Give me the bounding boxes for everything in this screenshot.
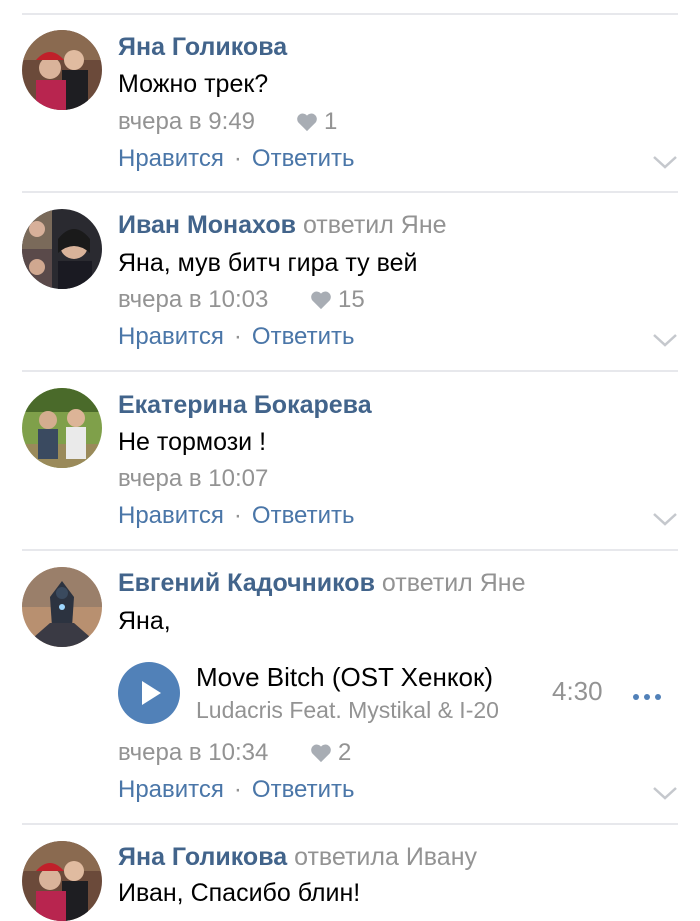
like-button[interactable]: Нравится	[118, 323, 224, 350]
avatar[interactable]	[22, 209, 102, 289]
heart-icon	[310, 739, 338, 766]
separator: ·	[233, 502, 242, 529]
comment-text: Яна,	[118, 607, 171, 635]
author-name[interactable]: Евгений Кадочников	[118, 569, 375, 597]
comment-header: Екатерина Бокарева	[118, 390, 372, 420]
chevron-down-icon[interactable]	[652, 154, 678, 170]
chevron-down-icon[interactable]	[652, 785, 678, 801]
reply-to-label: ответила Ивану	[294, 843, 478, 871]
like-count-value: 2	[338, 739, 352, 766]
divider	[22, 370, 678, 372]
comment-text: Не тормози !	[118, 428, 267, 456]
like-count[interactable]: 1	[296, 107, 337, 137]
like-count-value: 1	[324, 108, 338, 135]
comment-text: Можно трек?	[118, 70, 269, 98]
separator: ·	[233, 776, 242, 803]
track-title: Move Bitch (OST Хенкок)	[196, 662, 494, 692]
author-name[interactable]: Екатерина Бокарева	[118, 391, 372, 419]
divider	[22, 549, 678, 551]
more-dots-icon[interactable]	[632, 688, 662, 700]
divider	[22, 13, 678, 15]
track-artist: Ludacris Feat. Mystikal & I-20	[196, 697, 499, 723]
author-name[interactable]: Иван Монахов	[118, 211, 296, 239]
reply-button[interactable]: Ответить	[252, 502, 355, 529]
reply-button[interactable]: Ответить	[252, 323, 355, 350]
comment-header: Иван Монахов ответил Яне	[118, 210, 447, 240]
like-count[interactable]: 2	[310, 738, 351, 768]
like-button[interactable]: Нравится	[118, 502, 224, 529]
divider	[22, 823, 678, 825]
heart-icon	[296, 108, 324, 135]
comment-actions: Нравится · Ответить	[118, 775, 355, 805]
comment-text: Иван, Спасибо блин!	[118, 879, 361, 907]
comment-time: вчера в 10:34	[118, 739, 269, 766]
comment-actions: Нравится · Ответить	[118, 501, 355, 531]
comment-actions: Нравится · Ответить	[118, 322, 355, 352]
reply-to-label: ответил Яне	[381, 569, 526, 597]
chevron-down-icon[interactable]	[652, 332, 678, 348]
like-button[interactable]: Нравится	[118, 145, 224, 172]
reply-to-label: ответил Яне	[302, 211, 447, 239]
reply-button[interactable]: Ответить	[252, 776, 355, 803]
avatar[interactable]	[22, 567, 102, 647]
comment-header: Евгений Кадочников ответил Яне	[118, 568, 525, 598]
author-name[interactable]: Яна Голикова	[118, 843, 287, 871]
divider	[22, 191, 678, 193]
separator: ·	[233, 323, 242, 350]
comment-header: Яна Голикова	[118, 32, 287, 62]
comment-time: вчера в 10:07	[118, 465, 269, 492]
comment-time: вчера в 10:03	[118, 286, 269, 313]
chevron-down-icon[interactable]	[652, 511, 678, 527]
author-name[interactable]: Яна Голикова	[118, 33, 287, 61]
avatar[interactable]	[22, 30, 102, 110]
like-button[interactable]: Нравится	[118, 776, 224, 803]
heart-icon	[310, 286, 338, 313]
comment-time: вчера в 9:49	[118, 108, 256, 135]
comment-text: Яна, мув битч гира ту вей	[118, 249, 418, 277]
track-duration: 4:30	[552, 676, 603, 706]
reply-button[interactable]: Ответить	[252, 145, 355, 172]
avatar[interactable]	[22, 388, 102, 468]
comment-actions: Нравится · Ответить	[118, 144, 355, 174]
separator: ·	[233, 145, 242, 172]
like-count-value: 15	[338, 286, 365, 313]
play-button[interactable]	[118, 662, 180, 724]
audio-attachment[interactable]: Move Bitch (OST Хенкок) Ludacris Feat. M…	[118, 658, 678, 728]
like-count[interactable]: 15	[310, 285, 365, 315]
comment-header: Яна Голикова ответила Ивану	[118, 842, 477, 872]
avatar[interactable]	[22, 841, 102, 921]
